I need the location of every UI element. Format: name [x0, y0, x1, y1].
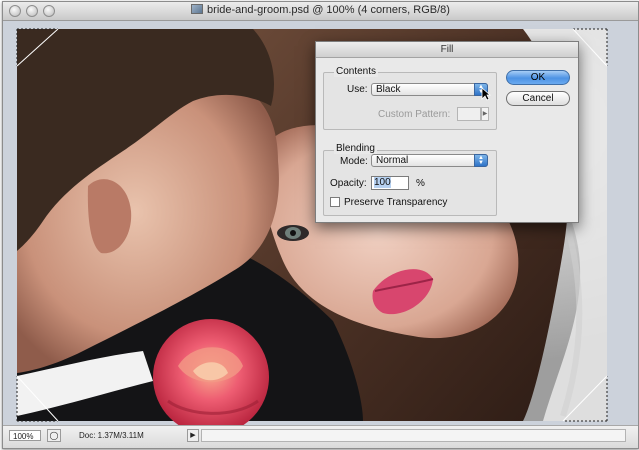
use-label: Use:: [347, 84, 368, 95]
status-bar: 100% ◯ Doc: 1.37M/3.11M ▶: [3, 425, 638, 448]
contents-group: [323, 72, 497, 130]
title-bar[interactable]: bride-and-groom.psd @ 100% (4 corners, R…: [3, 2, 638, 21]
mode-popup[interactable]: Normal ▲ ▼: [371, 154, 488, 167]
document-info: Doc: 1.37M/3.11M: [79, 431, 144, 440]
use-popup[interactable]: Black ▲ ▼: [371, 83, 488, 96]
opacity-value: 100: [374, 177, 391, 188]
fill-dialog: Fill Contents Use: Black ▲ ▼ Custom Patte…: [315, 41, 579, 223]
opacity-unit: %: [416, 178, 425, 189]
pattern-menu-arrow-icon: ▶: [481, 107, 489, 121]
custom-pattern-label: Custom Pattern:: [378, 109, 451, 120]
preserve-transparency-label[interactable]: Preserve Transparency: [344, 197, 447, 208]
ok-button[interactable]: OK: [506, 70, 570, 85]
window-title-text: bride-and-groom.psd @ 100% (4 corners, R…: [207, 4, 450, 16]
horizontal-scrollbar[interactable]: [201, 429, 626, 442]
zoom-level-field[interactable]: 100%: [9, 430, 41, 441]
mode-popup-value: Normal: [376, 155, 409, 166]
mode-label: Mode:: [340, 156, 368, 167]
custom-pattern-swatch: [457, 107, 481, 121]
use-popup-value: Black: [376, 84, 401, 95]
blending-group-label: Blending: [334, 143, 377, 154]
window-title: bride-and-groom.psd @ 100% (4 corners, R…: [3, 4, 638, 16]
preserve-transparency-checkbox[interactable]: [330, 197, 340, 207]
cancel-button[interactable]: Cancel: [506, 91, 570, 106]
dialog-title[interactable]: Fill: [316, 42, 578, 58]
opacity-input[interactable]: 100: [371, 176, 409, 190]
status-menu-arrow-icon[interactable]: ▶: [187, 429, 199, 442]
opacity-label: Opacity:: [330, 178, 367, 189]
document-icon: [191, 4, 204, 14]
popup-arrows-icon: ▲ ▼: [474, 154, 488, 167]
contents-group-label: Contents: [334, 66, 379, 77]
status-icon[interactable]: ◯: [47, 429, 61, 442]
mouse-pointer-icon: [481, 87, 491, 101]
